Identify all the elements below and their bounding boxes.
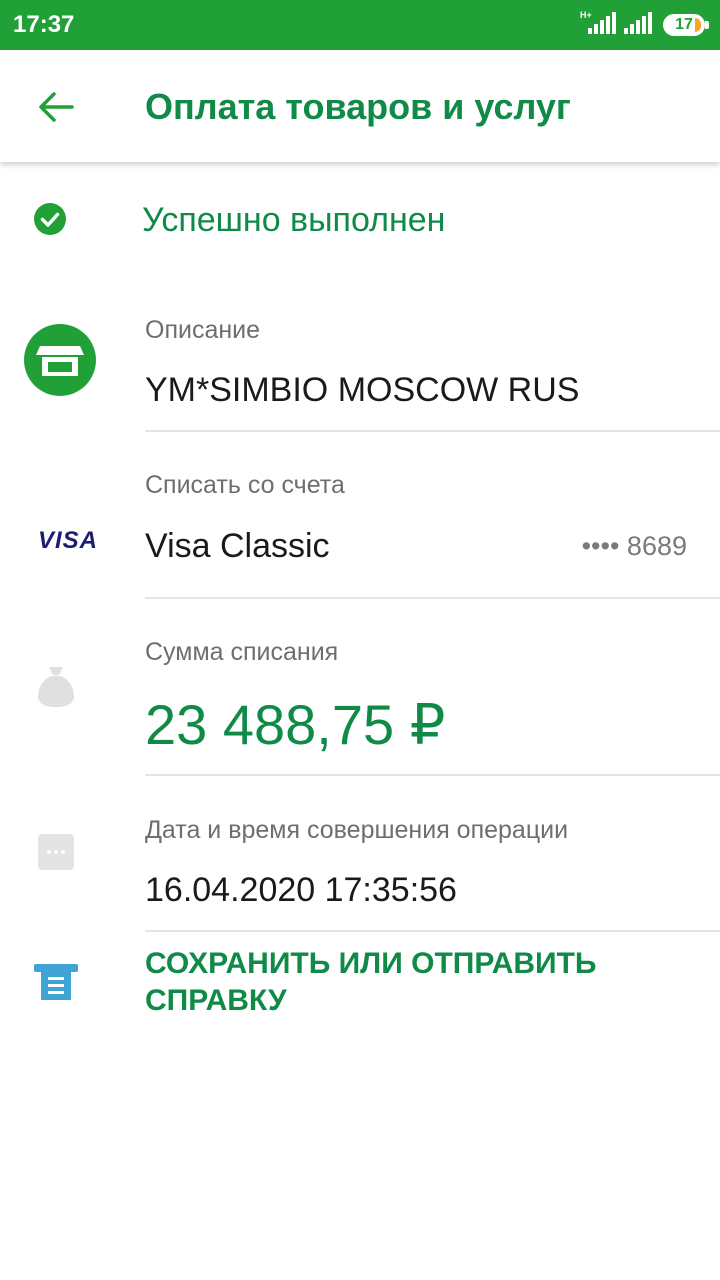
description-label: Описание <box>145 316 261 344</box>
visa-logo: VISA <box>38 527 99 554</box>
datetime-value: 16.04.2020 17:35:56 <box>145 871 457 909</box>
amount-value: 23 488,75 ₽ <box>145 693 446 756</box>
divider <box>145 774 720 776</box>
operation-status-text: Успешно выполнен <box>142 201 446 239</box>
shop-icon <box>24 324 96 396</box>
page-title: Оплата товаров и услуг <box>145 86 571 127</box>
money-bag-icon <box>38 667 74 707</box>
back-arrow-icon[interactable] <box>36 87 76 127</box>
description-value: YM*SIMBIO MOSCOW RUS <box>145 371 580 409</box>
datetime-label: Дата и время совершения операции <box>145 816 569 844</box>
save-or-send-receipt-button[interactable]: СОХРАНИТЬ ИЛИ ОТПРАВИТЬ СПРАВКУ <box>145 945 685 1019</box>
battery-level: 17 <box>675 16 693 33</box>
receipt-icon[interactable] <box>34 964 78 1000</box>
amount-label: Сумма списания <box>145 638 339 666</box>
battery-icon: 17 <box>663 14 709 36</box>
signal-icon-2 <box>624 12 652 34</box>
signal-icon <box>588 12 616 34</box>
status-time: 17:37 <box>13 11 75 38</box>
success-check-icon <box>34 203 66 235</box>
divider <box>145 430 720 432</box>
status-bar: 17:37 H+ 17 <box>0 0 720 50</box>
account-value: Visa Classic <box>145 527 330 565</box>
account-label: Списать со счета <box>145 471 345 499</box>
app-bar: Оплата товаров и услуг <box>0 50 720 162</box>
card-number-mask: •••• 8689 <box>581 531 687 561</box>
divider <box>145 597 720 599</box>
more-dots-icon <box>38 834 74 870</box>
divider <box>145 930 720 932</box>
